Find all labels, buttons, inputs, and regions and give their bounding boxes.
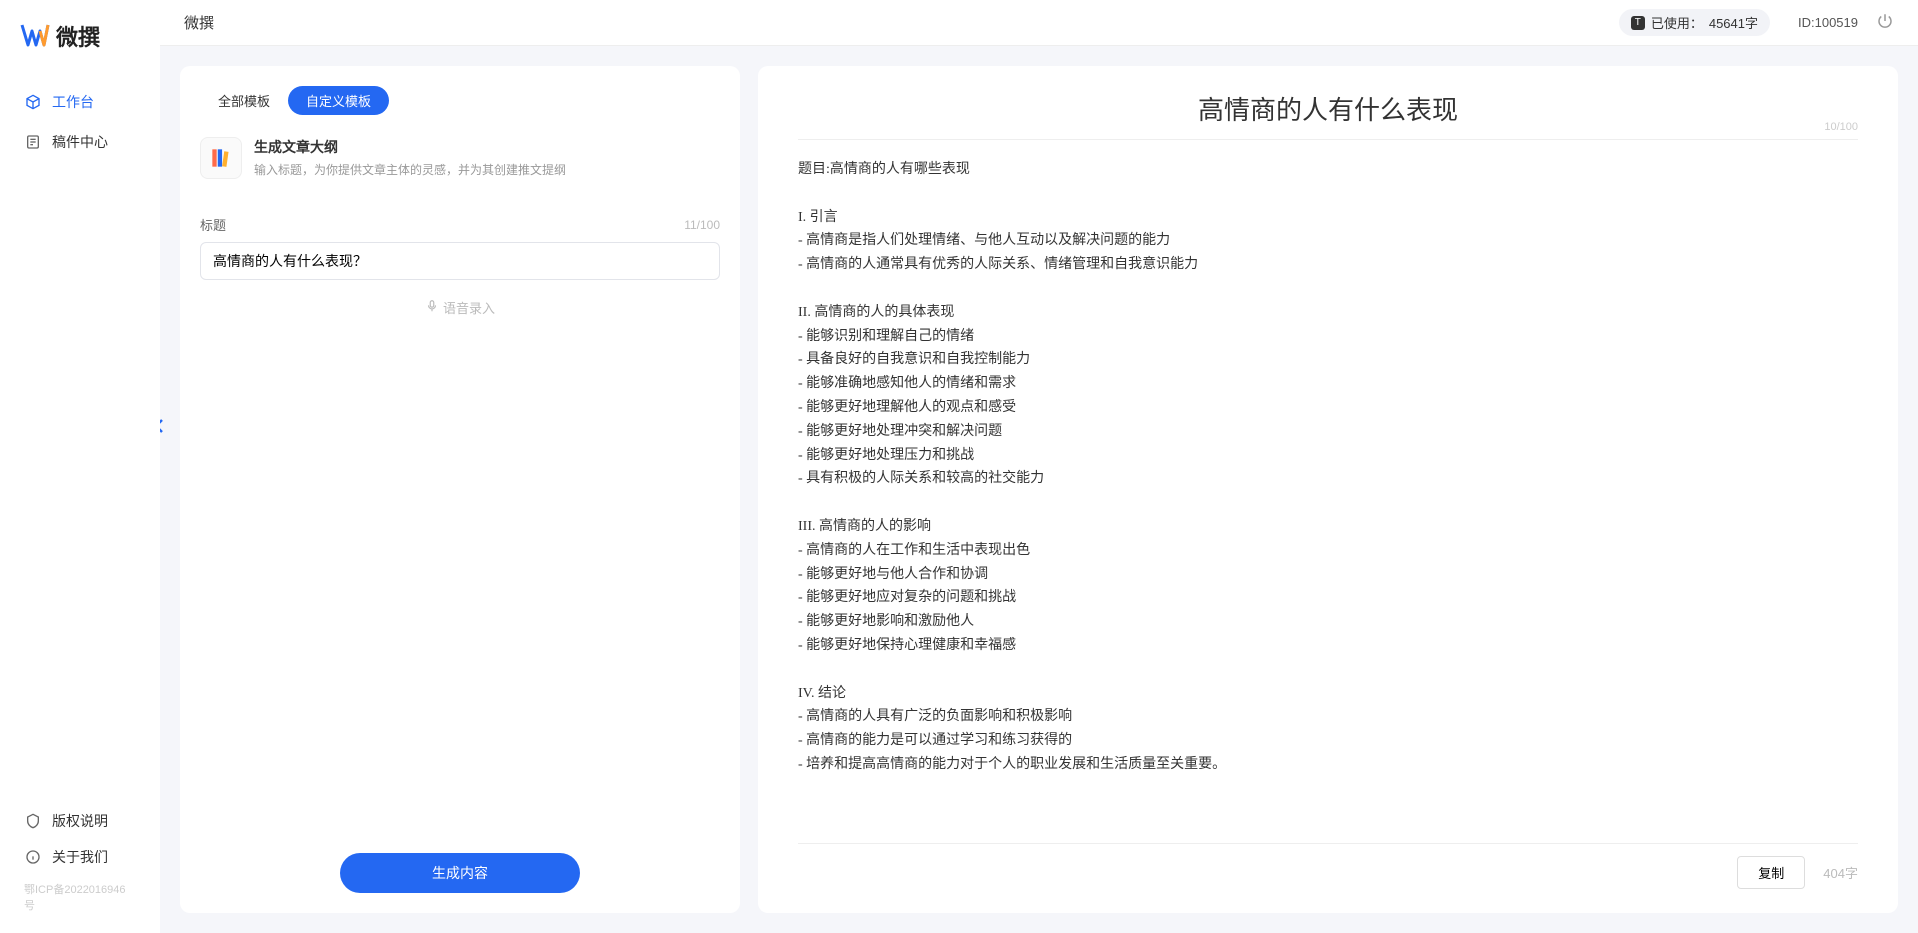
output-word-count: 404字 [1823,863,1858,882]
template-card: 生成文章大纲 输入标题，为你提供文章主体的灵感，并为其创建推文提纲 [180,131,740,195]
sidebar-bottom: 版权说明 关于我们 [0,803,160,875]
collapse-handle[interactable] [160,416,166,439]
logo: 微撰 [0,20,160,82]
usage-prefix: 已使用： [1651,13,1703,32]
template-tabs: 全部模板 自定义模板 [180,86,740,131]
voice-text: 语音录入 [443,298,495,317]
books-icon [200,137,242,179]
output-panel: 高情商的人有什么表现 10/100 题目:高情商的人有哪些表现 I. 引言 - … [758,66,1898,913]
info-icon [24,848,42,866]
usage-pill[interactable]: T 已使用： 45641字 [1619,9,1770,36]
tab-all-templates[interactable]: 全部模板 [200,86,288,115]
t-badge-icon: T [1631,16,1645,30]
input-panel: 全部模板 自定义模板 生成文章大纲 输入标题，为你提供文章主体的灵感，并为其创建… [180,66,740,913]
tab-custom-templates[interactable]: 自定义模板 [288,86,389,115]
template-text: 生成文章大纲 输入标题，为你提供文章主体的灵感，并为其创建推文提纲 [254,137,566,178]
sidebar-item-label: 版权说明 [52,811,108,831]
template-title: 生成文章大纲 [254,137,566,157]
usage-value: 45641字 [1709,13,1758,32]
topbar: 微撰 T 已使用： 45641字 ID:100519 [160,0,1918,46]
label-row: 标题 11/100 [200,215,720,234]
output-title-row: 高情商的人有什么表现 10/100 [798,90,1858,140]
sidebar-item-label: 关于我们 [52,847,108,867]
chevron-left-icon [160,416,166,436]
form-section: 标题 11/100 语音录入 [180,195,740,853]
sidebar-item-drafts[interactable]: 稿件中心 [0,122,160,162]
generate-button[interactable]: 生成内容 [340,853,580,893]
title-label: 标题 [200,215,226,234]
logo-icon [20,21,50,51]
app-root: 微撰 工作台 稿件中心 版权说明 [0,0,1918,933]
document-icon [24,133,42,151]
voice-input-button[interactable]: 语音录入 [200,298,720,317]
brand-text: 微撰 [56,20,100,52]
user-id: ID:100519 [1798,15,1858,30]
title-counter: 11/100 [684,218,720,232]
output-footer: 复制 404字 [798,843,1858,889]
sidebar-item-label: 稿件中心 [52,132,108,152]
page-title: 微撰 [184,12,1619,33]
icp-text: 鄂ICP备2022016946号 [0,875,160,913]
mic-icon [425,299,439,316]
output-title: 高情商的人有什么表现 [798,90,1858,127]
copy-button[interactable]: 复制 [1737,856,1805,889]
title-input[interactable] [200,242,720,280]
template-desc: 输入标题，为你提供文章主体的灵感，并为其创建推文提纲 [254,161,566,178]
output-title-counter: 10/100 [1824,121,1858,133]
right-region: 微撰 T 已使用： 45641字 ID:100519 全部模板 自定义模板 [160,0,1918,933]
generate-wrap: 生成内容 [180,853,740,893]
sidebar-item-workbench[interactable]: 工作台 [0,82,160,122]
sidebar-item-copyright[interactable]: 版权说明 [24,803,136,839]
workspace: 全部模板 自定义模板 生成文章大纲 输入标题，为你提供文章主体的灵感，并为其创建… [160,46,1918,933]
sidebar: 微撰 工作台 稿件中心 版权说明 [0,0,160,933]
cube-icon [24,93,42,111]
shield-icon [24,812,42,830]
output-body[interactable]: 题目:高情商的人有哪些表现 I. 引言 - 高情商是指人们处理情绪、与他人互动以… [798,158,1858,831]
nav: 工作台 稿件中心 [0,82,160,803]
sidebar-item-label: 工作台 [52,92,94,112]
sidebar-item-about[interactable]: 关于我们 [24,839,136,875]
power-icon[interactable] [1876,12,1894,33]
